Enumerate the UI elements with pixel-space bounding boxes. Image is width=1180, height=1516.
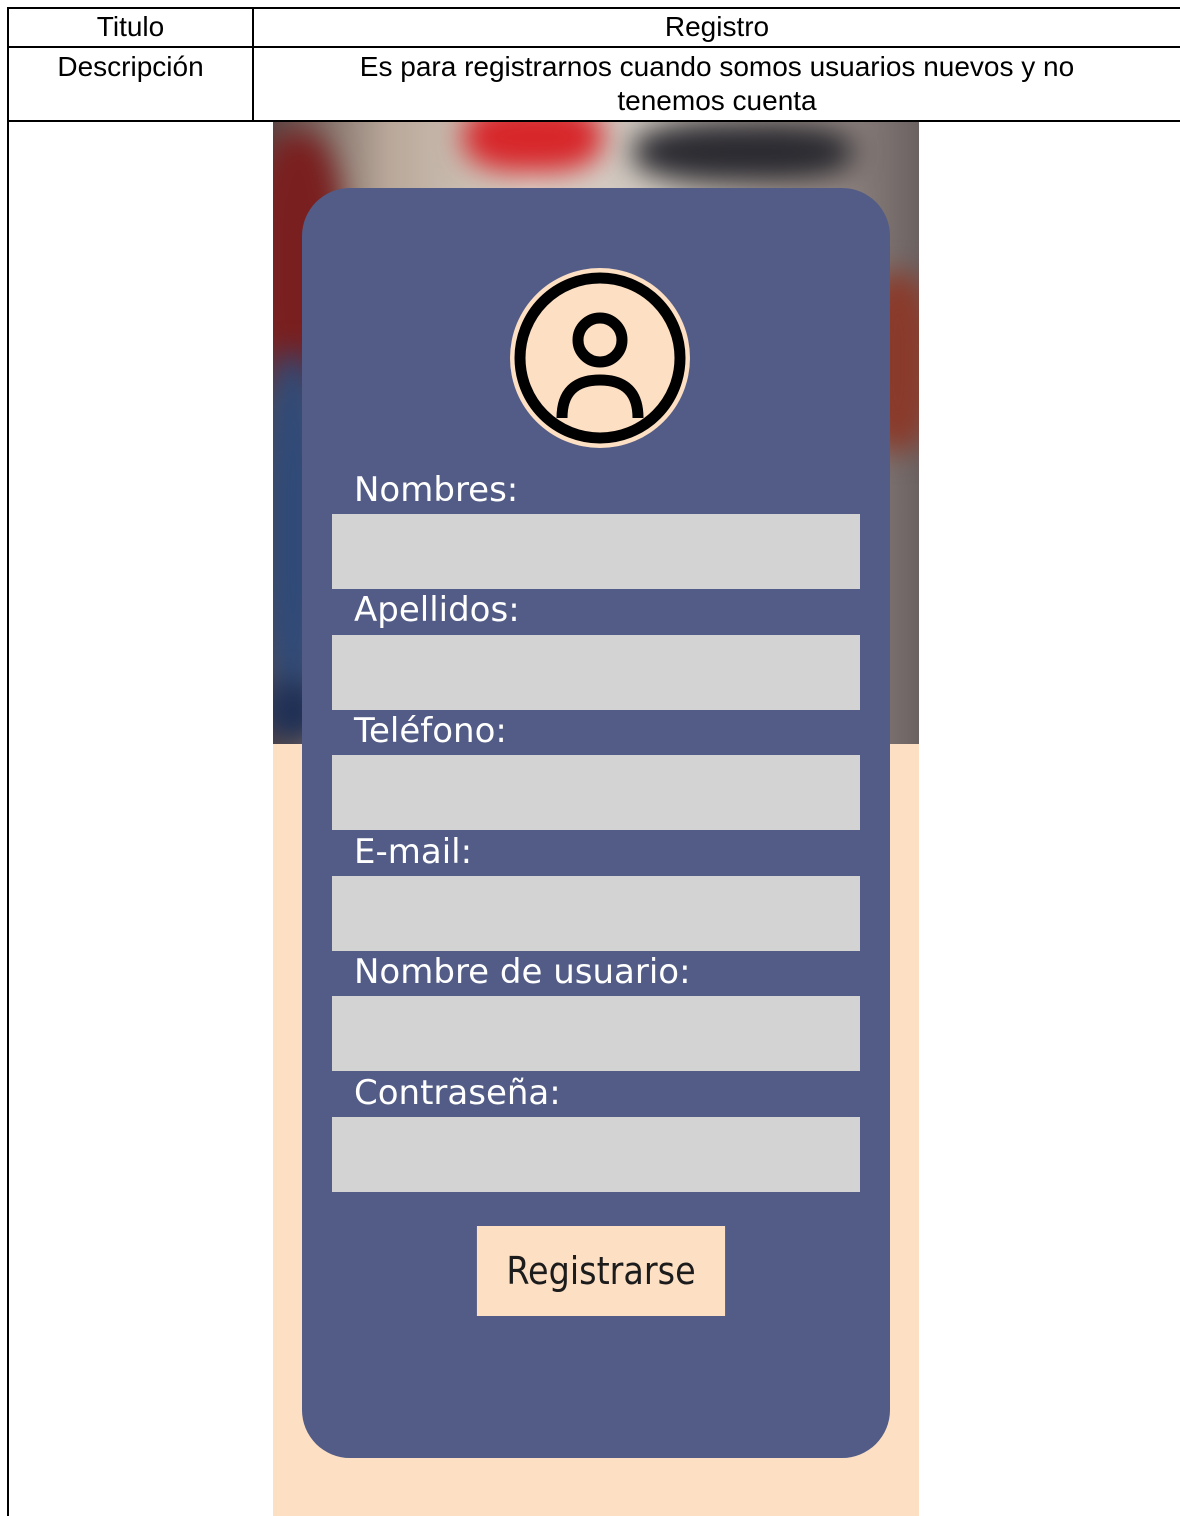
password-label: Contraseña: — [354, 1073, 561, 1113]
nombres-input[interactable] — [332, 514, 860, 589]
username-label: Nombre de usuario: — [354, 952, 691, 992]
table-border-row1 — [7, 46, 1180, 48]
user-circle-icon — [510, 268, 690, 448]
email-input[interactable] — [332, 876, 860, 951]
description-label: Descripción — [57, 51, 204, 82]
register-button[interactable]: Registrarse — [476, 1226, 726, 1316]
telefono-input[interactable] — [332, 755, 860, 830]
description-value-line2: tenemos cuenta — [617, 85, 817, 116]
telefono-label: Teléfono: — [354, 711, 507, 751]
table-border-top — [7, 7, 1180, 9]
title-value: Registro — [664, 11, 770, 42]
username-input[interactable] — [332, 996, 860, 1071]
registration-card: Nombres: Apellidos: Teléfono: E-mail: No… — [302, 188, 890, 1458]
description-value-line1: Es para registrarnos cuando somos usuari… — [359, 51, 1075, 82]
table-border-left — [7, 7, 9, 1516]
title-label: Titulo — [96, 11, 165, 42]
password-input[interactable] — [332, 1117, 860, 1192]
nombres-label: Nombres: — [354, 470, 519, 510]
apellidos-label: Apellidos: — [354, 590, 520, 630]
email-label: E-mail: — [354, 832, 473, 872]
apellidos-input[interactable] — [332, 635, 860, 710]
registration-screen: Nombres: Apellidos: Teléfono: E-mail: No… — [273, 122, 919, 1516]
